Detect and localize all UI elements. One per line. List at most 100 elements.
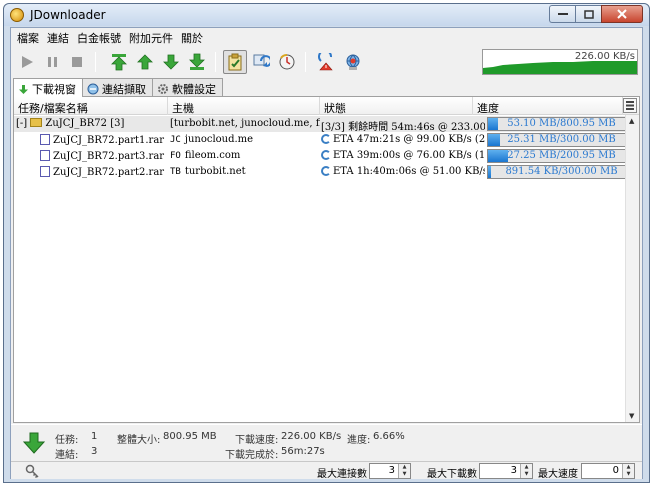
tab-downloads[interactable]: 下載視窗 — [13, 78, 83, 97]
file-row[interactable]: ZuJCJ_BR72.part1.rar JC junocloud.me ETA … — [14, 132, 636, 148]
refresh-icon — [321, 166, 331, 176]
max-downloads-spinner[interactable]: 3 ▲ ▼ — [479, 463, 533, 479]
premium-button[interactable] — [341, 50, 365, 74]
tab-downloads-label: 下載視窗 — [32, 83, 76, 96]
max-connections-spinner[interactable]: 3 ▲ ▼ — [369, 463, 411, 479]
refresh-icon — [321, 150, 331, 160]
move-up-icon — [137, 54, 153, 70]
spinner-arrows-icon[interactable]: ▲ ▼ — [398, 464, 410, 478]
file-status: ETA 39m:00s @ 76.00 KB/s (1/1) — [333, 150, 485, 161]
column-chooser-icon — [626, 101, 634, 110]
start-button[interactable] — [15, 50, 39, 74]
host-tag: JC — [170, 135, 181, 145]
menu-links[interactable]: 連結 — [43, 28, 73, 46]
minimize-button[interactable] — [549, 5, 575, 23]
menu-about[interactable]: 關於 — [177, 28, 207, 46]
menu-file[interactable]: 檔案 — [13, 28, 43, 46]
package-row[interactable]: [-] ZuJCJ_BR72 [3] [turbobit.net, junocl… — [14, 116, 636, 132]
clipboard-button[interactable] — [223, 50, 247, 74]
progress-label: 進度: — [347, 435, 371, 446]
max-downloads-value: 3 — [510, 465, 517, 476]
tab-bar: 下載視窗 連結擷取 軟體設定 — [13, 78, 223, 97]
size-value: 800.95 MB — [163, 431, 217, 442]
tab-linkgrabber-label: 連結擷取 — [102, 82, 146, 96]
file-progress-bar: 25.31 MB/300.00 MB — [487, 133, 636, 147]
speed-value: 226.00 KB/s — [281, 431, 342, 442]
reconnect-icon — [253, 54, 270, 67]
file-status: ETA 1h:40m:06s @ 51.00 KB/s (1/1) — [333, 166, 485, 177]
rar-file-icon — [40, 150, 50, 161]
file-host: fileom.com — [184, 150, 241, 161]
speed-graph-label: 226.00 KB/s — [574, 51, 635, 62]
bottom-bar: 最大連接數 3 ▲ ▼ 最大下載數 3 ▲ ▼ 最大速度 0 ▲ ▼ — [11, 461, 642, 480]
column-host[interactable]: 主機 — [168, 97, 320, 115]
linkgrabber-icon — [87, 83, 99, 94]
spinner-arrows-icon[interactable]: ▲ ▼ — [520, 464, 532, 478]
scroll-down-icon[interactable]: ▼ — [629, 412, 634, 420]
column-status[interactable]: 狀態 — [320, 97, 473, 115]
file-row[interactable]: ZuJCJ_BR72.part2.rar TB turbobit.net ETA … — [14, 164, 636, 180]
move-bottom-icon — [189, 53, 205, 70]
stop-button[interactable] — [65, 50, 89, 74]
auto-reconnect-button[interactable] — [315, 50, 339, 74]
spinner-arrows-icon[interactable]: ▲ ▼ — [622, 464, 634, 478]
refresh-icon — [321, 134, 331, 144]
toolbar-separator — [305, 52, 306, 72]
app-window: JDownloader 檔案 連結 白金帳號 附加元件 關於 226.00 KB… — [3, 3, 650, 483]
max-speed-spinner[interactable]: 0 ▲ ▼ — [581, 463, 635, 479]
file-name: ZuJCJ_BR72.part1.rar — [53, 135, 165, 146]
reconnect-button[interactable] — [249, 50, 273, 74]
links-label: 連結: — [55, 450, 79, 461]
max-downloads-label: 最大下載數 — [427, 469, 477, 480]
file-name: ZuJCJ_BR72.part2.rar — [53, 167, 165, 178]
premium-globe-icon — [346, 54, 360, 70]
column-name[interactable]: 任務/檔案名稱 — [14, 97, 168, 115]
file-row[interactable]: ZuJCJ_BR72.part3.rar FO fileom.com ETA 39… — [14, 148, 636, 164]
move-top-button[interactable] — [107, 50, 131, 74]
expand-toggle[interactable]: [-] — [16, 118, 27, 129]
jdownloader-icon — [10, 8, 24, 22]
links-value: 3 — [91, 446, 98, 457]
package-folder-icon — [30, 118, 43, 127]
maximize-icon — [583, 9, 594, 19]
toolbar-separator — [215, 52, 216, 72]
client-area: 檔案 連結 白金帳號 附加元件 關於 226.00 KB/s 下載視窗 連結擷取… — [10, 27, 643, 480]
tab-linkgrabber[interactable]: 連結擷取 — [82, 78, 153, 96]
vertical-scrollbar[interactable]: ▲ ▼ — [625, 115, 639, 422]
tasks-value: 1 — [91, 431, 98, 442]
move-bottom-button[interactable] — [185, 50, 209, 74]
max-speed-value: 0 — [612, 465, 619, 476]
speed-graph: 226.00 KB/s — [482, 49, 638, 75]
file-progress-text: 27.25 MB/200.95 MB — [507, 150, 616, 161]
clock-icon — [279, 54, 295, 70]
maximize-button[interactable] — [575, 5, 601, 23]
gear-icon — [158, 83, 168, 94]
menu-addons[interactable]: 附加元件 — [125, 28, 177, 46]
update-button[interactable] — [275, 50, 299, 74]
close-button[interactable] — [601, 5, 643, 23]
download-status-icon — [23, 432, 45, 454]
file-host: turbobit.net — [184, 166, 246, 177]
clipboard-icon — [228, 53, 242, 71]
column-progress[interactable]: 進度 — [473, 97, 623, 115]
host-tag: FO — [170, 151, 181, 161]
move-up-button[interactable] — [133, 50, 157, 74]
eta-label: 下載完成於: — [225, 450, 279, 461]
file-progress-bar: 891.54 KB/300.00 MB — [487, 165, 636, 179]
column-chooser-button[interactable] — [623, 98, 637, 113]
menu-premium[interactable]: 白金帳號 — [73, 28, 125, 46]
scroll-up-icon[interactable]: ▲ — [629, 117, 634, 125]
tasks-label: 任務: — [55, 435, 79, 446]
file-progress-text: 891.54 KB/300.00 MB — [505, 166, 618, 177]
file-host: junocloud.me — [184, 134, 254, 145]
move-down-button[interactable] — [159, 50, 183, 74]
tab-settings[interactable]: 軟體設定 — [152, 78, 223, 96]
key-icon[interactable] — [25, 464, 39, 478]
pause-button[interactable] — [41, 50, 65, 74]
window-title: JDownloader — [30, 8, 106, 22]
rar-file-icon — [40, 134, 50, 145]
progress-value: 6.66% — [373, 431, 405, 442]
pause-icon — [48, 57, 57, 67]
package-hosts: [turbobit.net, junocloud.me, fileom.co..… — [170, 118, 320, 129]
tab-settings-label: 軟體設定 — [172, 82, 216, 96]
